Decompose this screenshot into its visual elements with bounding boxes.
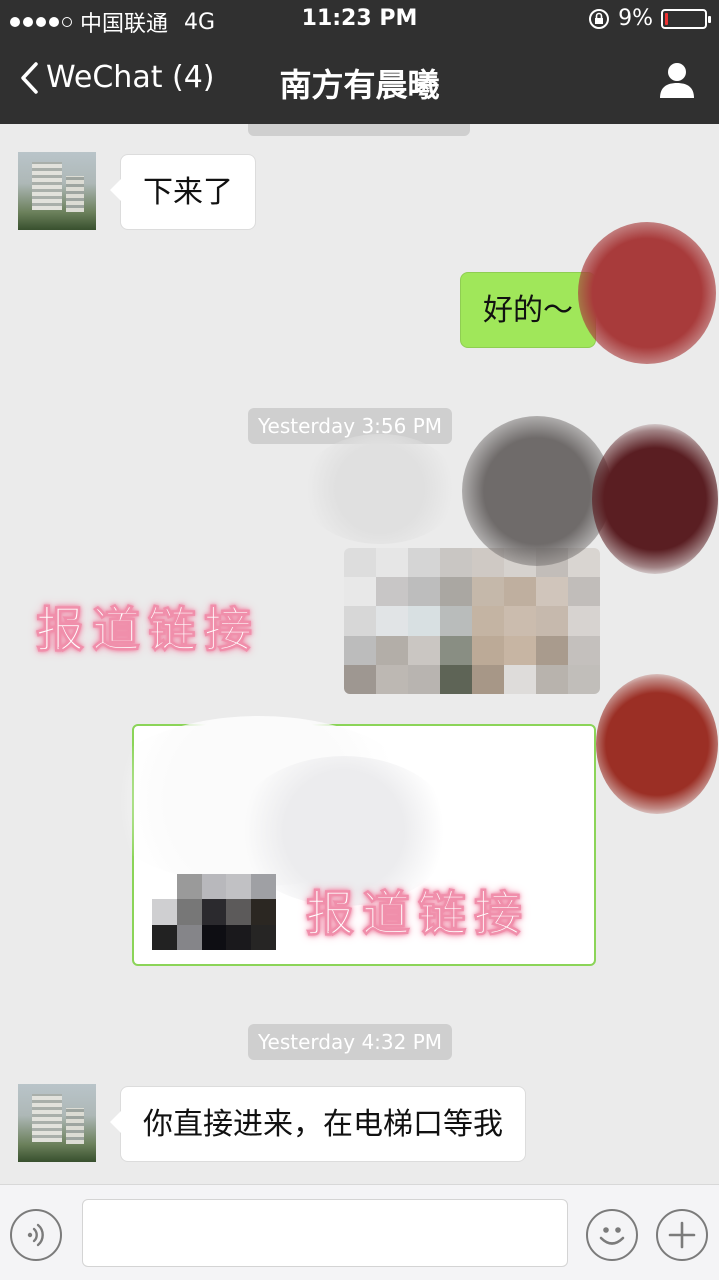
watermark-label: 报道链接 (305, 886, 531, 943)
redaction-blob (596, 674, 718, 814)
plus-icon (668, 1221, 696, 1249)
redaction-blob (462, 416, 612, 566)
rotation-lock-icon (589, 8, 610, 29)
message-input[interactable] (82, 1199, 568, 1267)
redaction-blob (300, 434, 460, 544)
chat-area[interactable]: 下来了 好的～ Yesterday 3:56 PM 报道链接 报道链接 Yest… (0, 124, 719, 1184)
watermark-label: 报道链接 (35, 602, 261, 659)
battery-icon (661, 8, 711, 29)
person-icon[interactable] (657, 60, 697, 100)
status-bar: 中国联通 4G 11:23 PM 9% (0, 0, 719, 40)
timestamp-partial (248, 124, 470, 136)
redaction-blob (592, 424, 718, 574)
voice-button[interactable] (10, 1209, 62, 1261)
contact-avatar[interactable] (18, 152, 96, 230)
battery-level (665, 12, 668, 25)
pixelated-thumbnail (152, 874, 276, 950)
chat-title: 南方有晨曦 (279, 66, 440, 104)
contact-avatar[interactable] (18, 1084, 96, 1162)
battery-percent: 9% (618, 6, 653, 31)
message-bubble-incoming[interactable]: 你直接进来，在电梯口等我 (110, 1086, 526, 1162)
message-bubble-incoming[interactable]: 下来了 (110, 154, 256, 230)
pixelated-image[interactable] (344, 548, 600, 694)
emoji-button[interactable] (586, 1209, 638, 1261)
voice-icon (27, 1223, 44, 1247)
more-button[interactable] (656, 1209, 708, 1261)
input-toolbar (0, 1184, 719, 1280)
message-bubble-outgoing[interactable]: 好的～ (460, 272, 606, 348)
status-right: 9% (588, 6, 711, 31)
timestamp: Yesterday 4:32 PM (248, 1024, 453, 1060)
app-header: 中国联通 4G 11:23 PM 9% WeChat (4) 南方有晨曦 (0, 0, 719, 124)
link-card[interactable]: 报道链接 (94, 716, 596, 966)
redaction-blob (578, 222, 716, 364)
emoji-icon (599, 1227, 625, 1245)
nav-bar: WeChat (4) 南方有晨曦 (0, 40, 719, 124)
